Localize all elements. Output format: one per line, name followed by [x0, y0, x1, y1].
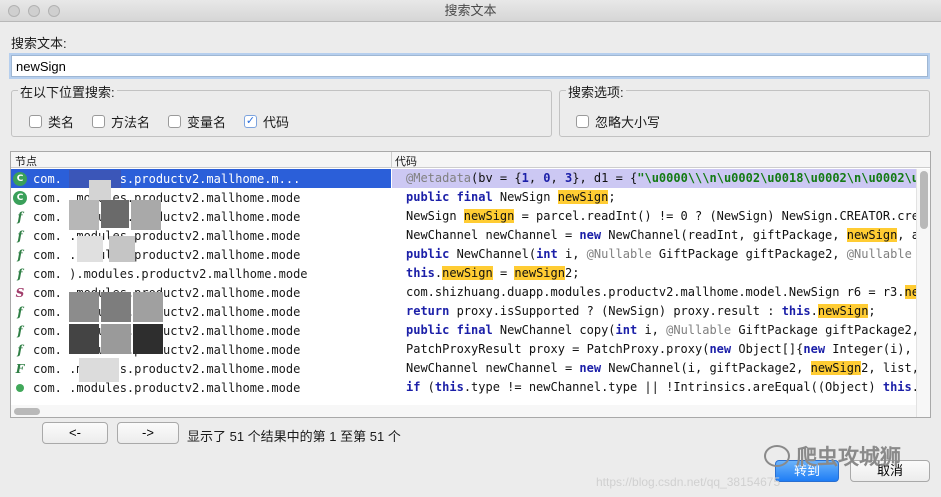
checkbox-label: 忽略大小写 [595, 115, 661, 130]
prev-page-button[interactable]: <- [42, 422, 108, 444]
column-header-node[interactable]: 节点 [15, 153, 37, 169]
node-cell[interactable]: f com. .modules.productv2.mallhome.mode [11, 226, 391, 245]
node-cell[interactable]: Fcom. .modules.productv2.mallhome.mode [11, 359, 391, 378]
checkbox-box[interactable] [168, 115, 181, 128]
location-group-title: 在以下位置搜索: [18, 82, 117, 101]
field-icon: F [15, 361, 25, 376]
node-cell[interactable]: f com. .modules.productv2.mallhome.mode [11, 207, 391, 226]
checkbox-box[interactable] [29, 115, 42, 128]
column-divider[interactable] [391, 152, 392, 168]
field-icon: f [17, 323, 23, 338]
checkbox-label: 方法名 [111, 115, 151, 130]
field-icon: f [17, 209, 23, 224]
search-label: 搜索文本: [11, 36, 67, 51]
watermark: 爬虫攻城狮 [764, 441, 901, 471]
node-cell[interactable]: f com. .modules.productv2.mallhome.mode [11, 245, 391, 264]
checkbox-class-name[interactable]: 类名 [29, 112, 74, 131]
class-icon: C [13, 190, 27, 205]
node-cell[interactable]: f com. .modules.productv2.mallhome.mode [11, 321, 391, 340]
code-cell[interactable]: NewSign newSign = parcel.readInt() != 0 … [392, 207, 916, 226]
checkmark-icon[interactable]: ✓ [244, 115, 257, 128]
vertical-scrollbar[interactable] [916, 169, 930, 417]
code-cell[interactable]: return proxy.isSupported ? (NewSign) pro… [392, 302, 916, 321]
node-cell[interactable]: f com. .modules.productv2.mallhome.mode [11, 340, 391, 359]
window-title: 搜索文本 [444, 3, 497, 18]
checkbox-variable-name[interactable]: 变量名 [168, 112, 226, 131]
checkbox-label: 代码 [263, 115, 290, 130]
window-titlebar: 搜索文本 [0, 0, 941, 22]
location-group: 在以下位置搜索: 类名 方法名 变量名 ✓ 代码 [11, 82, 552, 137]
checkbox-box[interactable] [92, 115, 105, 128]
field-icon: f [17, 304, 23, 319]
checkbox-code[interactable]: ✓ 代码 [244, 112, 289, 131]
code-cell[interactable]: NewChannel newChannel = new NewChannel(r… [392, 226, 916, 245]
redacted-blur-overlay [69, 152, 173, 402]
field-icon: f [17, 342, 23, 357]
code-cell[interactable]: com.shizhuang.duapp.modules.productv2.ma… [392, 283, 916, 302]
method-icon [16, 383, 24, 392]
checkbox-label: 类名 [48, 115, 75, 130]
code-cell[interactable]: public final NewSign newSign; [392, 188, 916, 207]
class-icon: C [13, 171, 27, 186]
code-cell[interactable]: if (this.type != newChannel.type || !Int… [392, 378, 916, 397]
zoom-window-button[interactable] [48, 5, 60, 17]
next-page-button[interactable]: -> [117, 422, 179, 444]
watermark-text: 爬虫攻城狮 [796, 446, 901, 469]
result-count-status: 显示了 51 个结果中的第 1 至第 51 个 [187, 429, 401, 444]
static-icon: S [15, 285, 25, 300]
node-cell[interactable]: Ccom. .modules.productv2.mallhome.m... [11, 169, 391, 188]
field-icon: f [17, 228, 23, 243]
field-icon: f [17, 247, 23, 262]
search-options-group: 搜索选项: 忽略大小写 [559, 82, 930, 137]
code-cell[interactable]: @Metadata(bv = {1, 0, 3}, d1 = {"\u0000\… [392, 169, 916, 188]
code-cell[interactable]: PatchProxyResult proxy = PatchProxy.prox… [392, 340, 916, 359]
watermark-url: https://blog.csdn.net/qq_38154675 [596, 475, 781, 489]
close-window-button[interactable] [8, 5, 20, 17]
minimize-window-button[interactable] [28, 5, 40, 17]
node-cell[interactable]: f com. ).modules.productv2.mallhome.mode [11, 264, 391, 283]
search-options-title: 搜索选项: [566, 82, 626, 101]
code-cell[interactable]: this.newSign = newSign2; [392, 264, 916, 283]
node-cell[interactable]: Scom. .modules.productv2.mallhome.mode [11, 283, 391, 302]
code-cell[interactable]: public NewChannel(int i, @Nullable GiftP… [392, 245, 916, 264]
checkbox-box[interactable] [576, 115, 589, 128]
results-table: 节点 代码 Ccom. .modules.productv2.mallhome.… [10, 151, 931, 418]
checkbox-label: 变量名 [187, 115, 227, 130]
field-icon: f [17, 266, 23, 281]
checkbox-method-name[interactable]: 方法名 [92, 112, 150, 131]
horizontal-scrollbar[interactable] [11, 405, 916, 417]
node-cell[interactable]: f com. .modules.productv2.mallhome.mode [11, 302, 391, 321]
column-header-code[interactable]: 代码 [395, 153, 417, 169]
vertical-scroll-thumb[interactable] [920, 171, 928, 229]
node-cell[interactable]: Ccom. .modules.productv2.mallhome.mode [11, 188, 391, 207]
checkbox-ignore-case[interactable]: 忽略大小写 [576, 112, 660, 131]
search-input[interactable] [11, 55, 928, 77]
code-cell[interactable]: NewChannel newChannel = new NewChannel(i… [392, 359, 916, 378]
horizontal-scroll-thumb[interactable] [14, 408, 40, 415]
code-cell[interactable]: public final NewChannel copy(int i, @Nul… [392, 321, 916, 340]
chat-bubble-icon [764, 445, 790, 467]
node-cell[interactable]: com. .modules.productv2.mallhome.mode [11, 378, 391, 397]
